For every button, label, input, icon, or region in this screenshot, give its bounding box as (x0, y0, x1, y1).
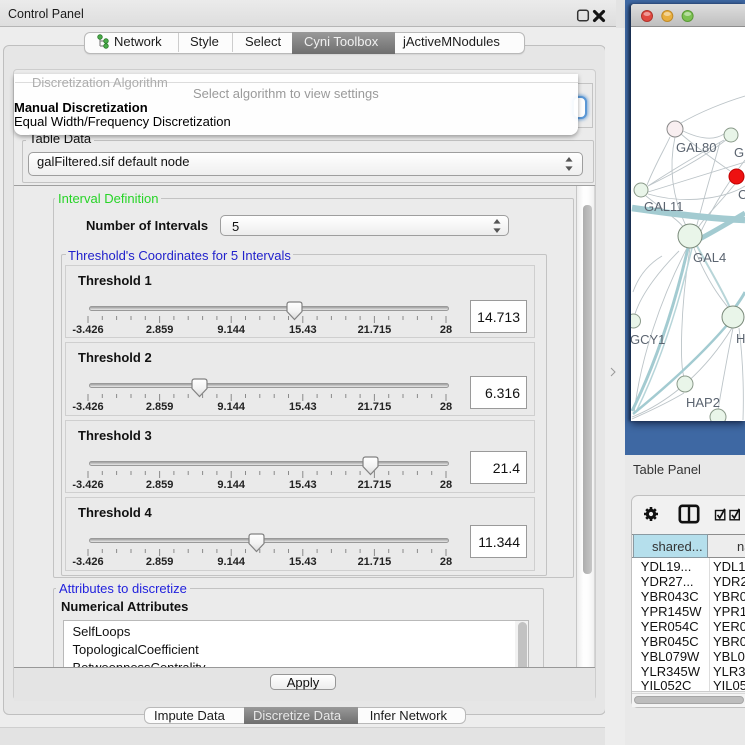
svg-text:C: C (738, 187, 745, 202)
svg-text:GAL80: GAL80 (676, 140, 716, 155)
svg-text:GAL11: GAL11 (644, 199, 684, 214)
svg-text:G: G (734, 145, 744, 160)
svg-text:GAL4: GAL4 (693, 250, 726, 265)
svg-text:GCY1: GCY1 (631, 332, 665, 347)
svg-text:H: H (736, 331, 745, 346)
svg-text:HAP2: HAP2 (686, 395, 720, 410)
